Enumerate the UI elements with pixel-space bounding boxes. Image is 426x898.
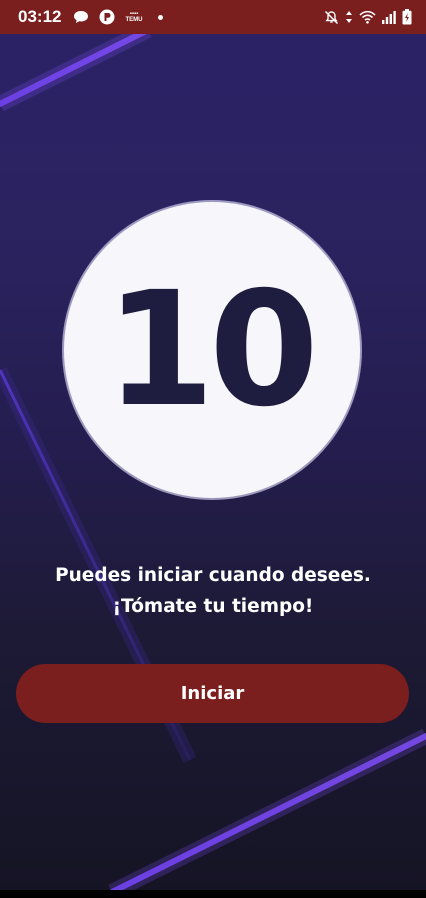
- battery-charging-icon: [402, 9, 412, 25]
- streak-bottom-right-glow: [108, 728, 426, 898]
- status-bar: 03:12 ▪▪▪▪ TEMU: [0, 0, 426, 34]
- countdown-number: 10: [105, 258, 319, 442]
- signal-icon: [382, 10, 396, 24]
- status-time: 03:12: [18, 7, 62, 26]
- temu-icon: ▪▪▪▪ TEMU: [125, 11, 143, 23]
- start-button[interactable]: Iniciar: [16, 664, 409, 723]
- notification-dot: [158, 14, 164, 20]
- p-app-icon: [99, 9, 115, 25]
- app-screen: 03:12 ▪▪▪▪ TEMU 10 Puedes iniciar cuando…: [0, 0, 426, 898]
- streak-top-left: [0, 27, 151, 107]
- streak-bottom-right: [109, 733, 426, 895]
- wifi-icon: [359, 10, 376, 24]
- temu-label: TEMU: [125, 17, 143, 23]
- status-notification-icons: ▪▪▪▪ TEMU: [73, 9, 164, 25]
- countdown-circle: 10: [64, 202, 360, 498]
- start-message: Puedes iniciar cuando desees. ¡Tómate tu…: [55, 565, 371, 617]
- navigation-bar: [0, 890, 426, 898]
- chat-bubble-icon: [73, 10, 89, 24]
- status-system-icons: [324, 9, 412, 25]
- data-arrows-icon: [345, 10, 353, 24]
- streak-top-left-glow: [0, 22, 152, 112]
- bell-off-icon: [324, 10, 339, 25]
